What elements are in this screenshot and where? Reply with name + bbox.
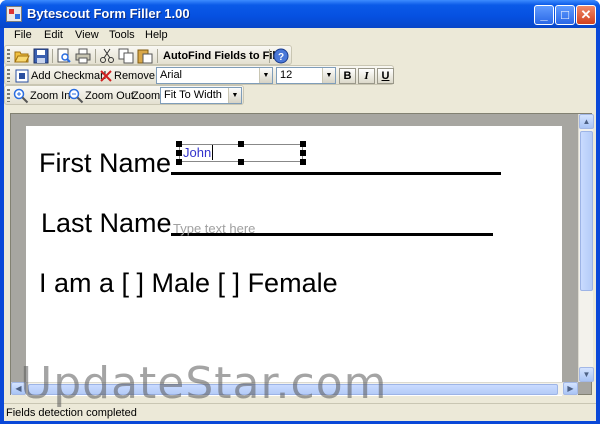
toolbar-separator — [269, 49, 270, 63]
resize-handle[interactable] — [176, 141, 182, 147]
vertical-scrollbar[interactable]: ▲ ▼ — [578, 114, 594, 382]
app-icon — [6, 6, 22, 22]
format-toolbar: Add Checkmark Remove Arial ▼ 12 ▼ B I U — [4, 65, 394, 85]
toolbar-separator — [157, 49, 158, 63]
menu-help[interactable]: Help — [145, 29, 168, 41]
maximize-button[interactable]: □ — [555, 5, 575, 25]
print-icon[interactable] — [75, 48, 91, 64]
resize-handle[interactable] — [176, 159, 182, 165]
svg-text:?: ? — [278, 52, 284, 63]
scroll-right-button[interactable]: ▶ — [563, 382, 578, 395]
watermark-text: UpdateStar.com — [20, 358, 388, 409]
zoom-label: Zoom: — [132, 90, 164, 102]
copy-icon[interactable] — [118, 48, 134, 64]
document-viewer[interactable]: First Name John Last Name Type text here… — [10, 113, 594, 396]
save-icon[interactable] — [33, 48, 49, 64]
last-name-label: Last Name — [41, 208, 172, 238]
form-page: First Name John Last Name Type text here… — [26, 126, 562, 396]
zoom-in-button[interactable]: Zoom In — [30, 90, 70, 102]
resize-handle[interactable] — [300, 159, 306, 165]
chevron-down-icon[interactable]: ▼ — [228, 88, 241, 103]
toolbar-grip[interactable] — [7, 69, 10, 82]
resize-handle[interactable] — [176, 150, 182, 156]
chevron-down-icon[interactable]: ▼ — [322, 68, 335, 83]
bold-button[interactable]: B — [339, 68, 356, 84]
toolbar-grip[interactable] — [7, 49, 10, 62]
zoom-out-icon — [68, 88, 84, 104]
resize-handle[interactable] — [238, 141, 244, 147]
gender-line: I am a [ ] Male [ ] Female — [39, 268, 338, 298]
font-select-value: Arial — [160, 69, 183, 81]
menu-edit[interactable]: Edit — [44, 29, 63, 41]
title-bar[interactable]: Bytescout Form Filler 1.00 _ □ ✕ — [0, 0, 600, 28]
zoom-out-button[interactable]: Zoom Out — [85, 90, 134, 102]
app-window: Bytescout Form Filler 1.00 _ □ ✕ File Ed… — [0, 0, 600, 424]
print-preview-icon[interactable] — [56, 48, 72, 64]
first-name-underline — [171, 172, 501, 175]
menu-file[interactable]: File — [14, 29, 32, 41]
font-select[interactable]: Arial ▼ — [156, 67, 273, 84]
open-folder-icon[interactable] — [14, 48, 30, 64]
help-icon[interactable]: ? — [273, 48, 289, 64]
resize-handle[interactable] — [300, 150, 306, 156]
scroll-down-button[interactable]: ▼ — [579, 367, 594, 382]
zoom-toolbar: Zoom In Zoom Out Zoom: Fit To Width ▼ — [4, 85, 244, 105]
toolbar-separator — [95, 49, 96, 63]
resize-handle[interactable] — [300, 141, 306, 147]
menu-bar: File Edit View Tools Help — [4, 28, 596, 44]
chevron-down-icon[interactable]: ▼ — [259, 68, 272, 83]
close-button[interactable]: ✕ — [576, 5, 596, 25]
underline-button[interactable]: U — [377, 68, 394, 84]
remove-button[interactable]: Remove — [114, 70, 155, 82]
cut-icon[interactable] — [99, 48, 115, 64]
toolbar-grip[interactable] — [7, 89, 10, 102]
remove-icon — [100, 70, 112, 82]
window-title: Bytescout Form Filler 1.00 — [27, 6, 190, 21]
minimize-button[interactable]: _ — [534, 5, 554, 25]
last-name-field[interactable]: Type text here — [173, 221, 255, 236]
menu-tools[interactable]: Tools — [109, 29, 135, 41]
main-toolbar: AutoFind Fields to Fill ? — [4, 45, 292, 65]
first-name-value: John — [183, 145, 212, 160]
menu-view[interactable]: View — [75, 29, 99, 41]
resize-handle[interactable] — [238, 159, 244, 165]
scroll-up-button[interactable]: ▲ — [579, 114, 594, 129]
checkmark-icon — [15, 69, 29, 83]
paste-icon[interactable] — [137, 48, 153, 64]
autofind-fields-button[interactable]: AutoFind Fields to Fill — [163, 50, 278, 62]
toolbar-separator — [52, 49, 53, 63]
text-caret — [212, 145, 213, 160]
zoom-in-icon — [13, 88, 29, 104]
font-size-select[interactable]: 12 ▼ — [276, 67, 336, 84]
vertical-scroll-thumb[interactable] — [580, 131, 593, 291]
italic-button[interactable]: I — [358, 68, 375, 84]
font-size-value: 12 — [280, 69, 293, 81]
first-name-label: First Name — [39, 148, 172, 178]
zoom-select[interactable]: Fit To Width ▼ — [160, 87, 242, 104]
zoom-select-value: Fit To Width — [164, 89, 222, 101]
